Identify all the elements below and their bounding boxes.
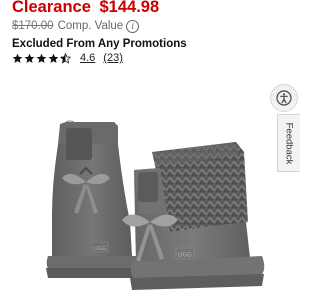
- accessibility-icon: [276, 90, 292, 106]
- star-icon: [24, 53, 35, 63]
- star-half-icon: [60, 52, 71, 64]
- star-icon: [12, 53, 23, 63]
- brand-patch-text: UGG: [178, 252, 192, 259]
- boots-illustration: UGG UGG: [46, 120, 265, 290]
- clearance-price-line: Clearance $144.98: [12, 0, 272, 17]
- feedback-label: Feedback: [283, 122, 295, 164]
- brand-patch-text: UGG: [94, 246, 107, 252]
- product-image[interactable]: UGG UGG: [0, 72, 300, 300]
- comp-value-line: $170.00 Comp. Value i: [12, 18, 272, 34]
- clearance-price: $144.98: [99, 0, 160, 16]
- star-rating: [12, 52, 72, 64]
- clearance-label: Clearance: [12, 0, 91, 16]
- comp-value-label: Comp. Value: [57, 20, 124, 32]
- star-icon: [48, 53, 59, 63]
- rating-summary[interactable]: 4.6 (23): [12, 50, 123, 66]
- rating-value[interactable]: 4.6: [80, 52, 95, 64]
- info-icon[interactable]: i: [126, 19, 140, 33]
- boot-front: UGG: [122, 142, 265, 290]
- review-count[interactable]: (23): [103, 52, 123, 64]
- price-block: Clearance $144.98 $170.00 Comp. Value i …: [12, 0, 272, 52]
- boot-back: UGG: [46, 120, 144, 278]
- original-price: $170.00: [12, 20, 54, 32]
- feedback-tab[interactable]: Feedback: [277, 114, 300, 172]
- star-icon: [36, 53, 47, 63]
- accessibility-button[interactable]: [270, 84, 298, 112]
